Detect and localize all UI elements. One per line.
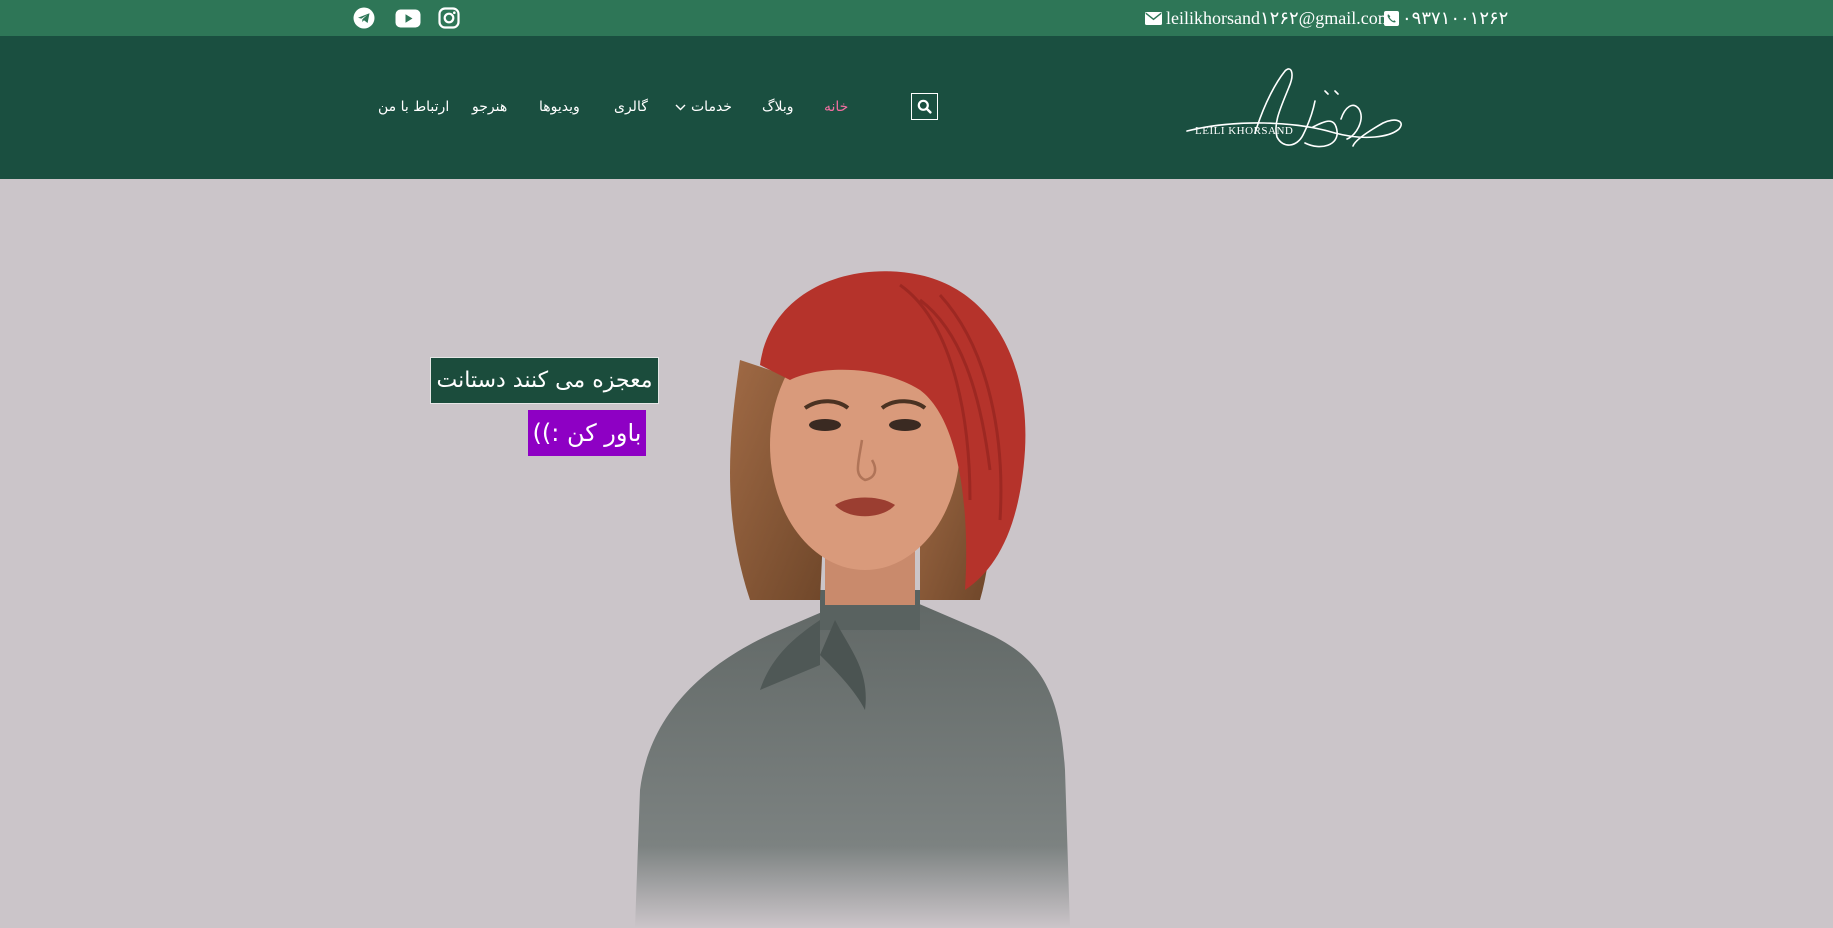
nav-item-home[interactable]: خانه	[824, 99, 848, 115]
youtube-icon	[395, 9, 421, 27]
nav-item-gallery[interactable]: گالری	[614, 99, 648, 115]
envelope-icon	[1145, 11, 1162, 25]
site-header: LEILI KHORSAND خانه وبلاگ خدمات گالری وی…	[0, 36, 1833, 179]
instagram-icon	[438, 7, 460, 29]
telegram-link[interactable]	[351, 4, 377, 32]
hero-tagline-primary: معجزه می کنند دستانت	[430, 357, 659, 404]
nav-item-blog[interactable]: وبلاگ	[762, 99, 794, 115]
search-button[interactable]	[911, 93, 938, 120]
email-contact[interactable]: leilikhorsand۱۲۶۲@gmail.com	[1145, 0, 1392, 36]
telegram-icon	[353, 7, 375, 29]
email-text: leilikhorsand۱۲۶۲@gmail.com	[1166, 7, 1392, 28]
phone-icon	[1384, 10, 1399, 26]
nav-item-services[interactable]: خدمات	[691, 99, 732, 115]
phone-contact[interactable]: ۰۹۳۷۱۰۰۱۲۶۲	[1384, 0, 1508, 36]
nav-item-contact[interactable]: ارتباط با من	[378, 99, 449, 115]
chevron-down-icon	[675, 104, 686, 111]
instagram-link[interactable]	[437, 4, 461, 32]
nav-item-student[interactable]: هنرجو	[472, 99, 507, 115]
phone-text: ۰۹۳۷۱۰۰۱۲۶۲	[1402, 7, 1509, 28]
hero-portrait-image	[635, 271, 1070, 928]
search-icon	[917, 99, 932, 114]
logo-signature[interactable]	[1185, 61, 1405, 156]
top-bar: leilikhorsand۱۲۶۲@gmail.com ۰۹۳۷۱۰۰۱۲۶۲	[0, 0, 1833, 36]
hero-tagline-secondary: باور کن :))	[528, 410, 646, 456]
youtube-link[interactable]	[393, 4, 423, 32]
logo-text: LEILI KHORSAND	[1195, 125, 1294, 137]
nav-item-videos[interactable]: ویدیوها	[539, 99, 580, 115]
